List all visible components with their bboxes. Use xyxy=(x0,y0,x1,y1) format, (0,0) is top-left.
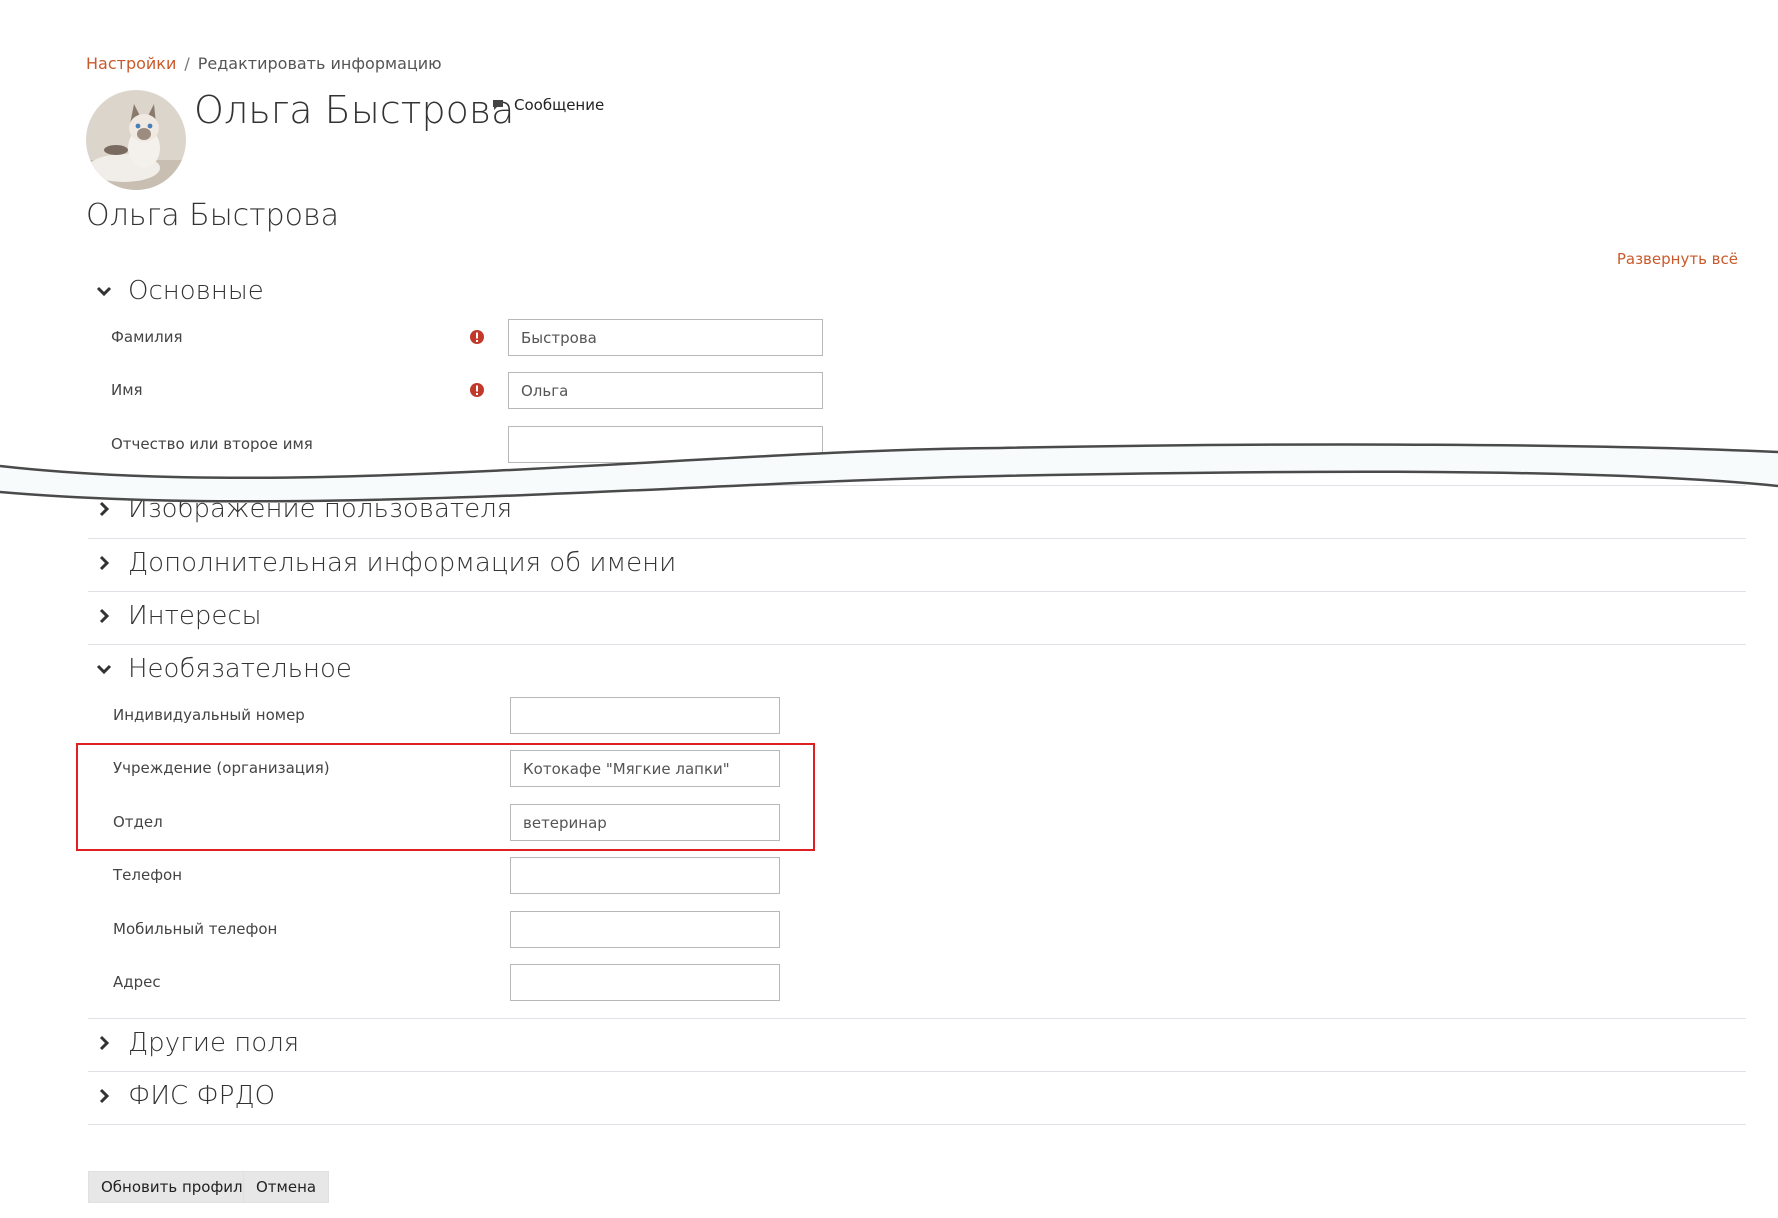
section-other-fields-title: Другие поля xyxy=(128,1028,300,1058)
section-interests-title: Интересы xyxy=(128,601,262,631)
avatar-cat-image xyxy=(86,90,186,190)
section-divider xyxy=(88,1018,1746,1019)
message-label: Сообщение xyxy=(514,96,605,114)
breadcrumb: Настройки / Редактировать информацию xyxy=(86,54,442,73)
firstname-label: Имя xyxy=(111,381,143,399)
section-basic-header[interactable]: Основные xyxy=(94,276,264,306)
torn-page-divider xyxy=(0,443,1778,503)
idnumber-field[interactable] xyxy=(510,697,780,734)
section-other-fields-header[interactable]: Другие поля xyxy=(94,1028,299,1058)
section-fis-frdo-title: ФИС ФРДО xyxy=(128,1081,276,1111)
address-label: Адрес xyxy=(113,973,161,991)
section-fis-frdo-header[interactable]: ФИС ФРДО xyxy=(94,1081,275,1111)
mobile-field[interactable] xyxy=(510,911,780,948)
breadcrumb-current: Редактировать информацию xyxy=(197,54,442,73)
phone-label: Телефон xyxy=(113,866,183,884)
section-divider xyxy=(88,1124,1746,1125)
required-icon xyxy=(470,330,484,344)
expand-all-link[interactable]: Развернуть всё xyxy=(1617,250,1738,268)
cancel-button[interactable]: Отмена xyxy=(243,1171,330,1203)
lastname-label: Фамилия xyxy=(111,328,183,346)
avatar[interactable] xyxy=(86,90,186,190)
chevron-right-icon xyxy=(94,553,114,573)
section-basic-title: Основные xyxy=(128,276,264,306)
section-name-info-title: Дополнительная информация об имени xyxy=(128,548,677,578)
update-profile-button[interactable]: Обновить профиль xyxy=(88,1171,265,1203)
idnumber-label: Индивидуальный номер xyxy=(113,706,305,724)
section-interests-header[interactable]: Интересы xyxy=(94,601,262,631)
highlight-frame xyxy=(76,743,815,851)
breadcrumb-settings-link[interactable]: Настройки xyxy=(86,54,176,73)
chevron-down-icon xyxy=(94,281,114,301)
chevron-right-icon xyxy=(94,606,114,626)
section-divider xyxy=(88,1071,1746,1072)
firstname-field[interactable] xyxy=(508,372,823,409)
chevron-right-icon xyxy=(94,1033,114,1053)
phone-field[interactable] xyxy=(510,857,780,894)
section-divider xyxy=(88,538,1746,539)
required-icon xyxy=(470,383,484,397)
chevron-right-icon xyxy=(94,1086,114,1106)
address-field[interactable] xyxy=(510,964,780,1001)
chat-icon xyxy=(493,100,503,110)
chevron-down-icon xyxy=(94,659,114,679)
lastname-field[interactable] xyxy=(508,319,823,356)
breadcrumb-separator: / xyxy=(184,54,190,73)
section-name-info-header[interactable]: Дополнительная информация об имени xyxy=(94,548,676,578)
page-title: Ольга Быстрова xyxy=(86,198,339,233)
profile-name: Ольга Быстрова xyxy=(194,88,515,132)
message-link[interactable]: Сообщение xyxy=(492,96,604,114)
section-divider xyxy=(88,644,1746,645)
section-optional-header[interactable]: Необязательное xyxy=(94,654,352,684)
mobile-label: Мобильный телефон xyxy=(113,920,278,938)
section-divider xyxy=(88,591,1746,592)
section-optional-title: Необязательное xyxy=(128,654,352,684)
